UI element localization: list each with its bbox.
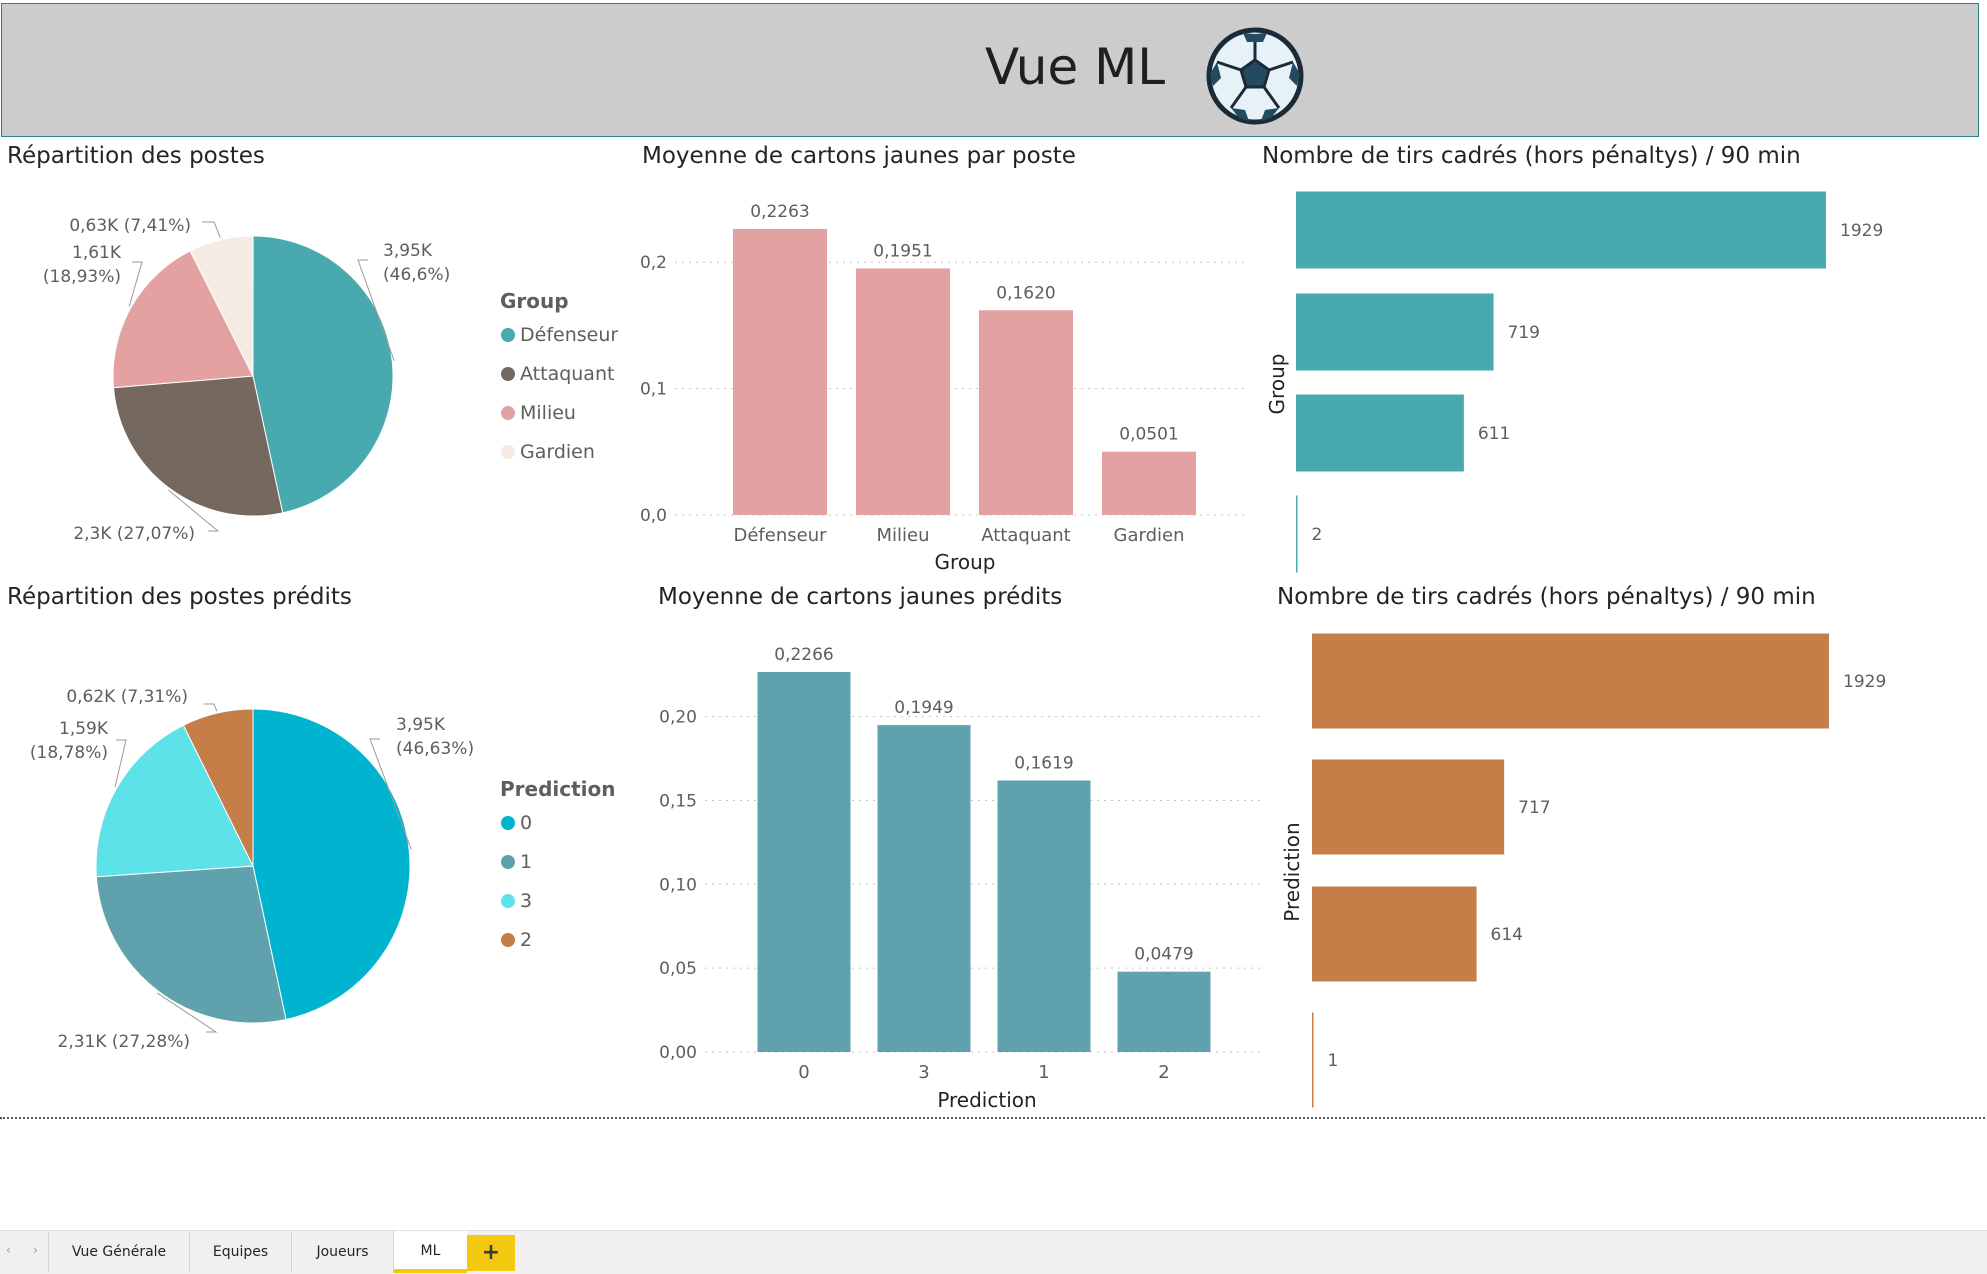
x-tick-label: 2	[1158, 1062, 1169, 1083]
legend-title: Group	[500, 289, 569, 313]
data-label: 1,61K	[72, 243, 122, 263]
data-label: (46,63%)	[396, 739, 474, 759]
legend-marker	[501, 367, 515, 381]
legend-entry: 2	[520, 929, 532, 951]
bar	[979, 310, 1073, 515]
bar	[997, 780, 1091, 1052]
data-label: 1929	[1840, 221, 1883, 241]
bar	[757, 672, 851, 1052]
data-label: 0,0501	[1119, 425, 1178, 445]
legend-entry: Gardien	[520, 441, 595, 463]
y-tick-label: 0,1	[640, 380, 667, 400]
legend-entry: Défenseur	[520, 324, 618, 346]
legend-marker	[501, 933, 515, 947]
data-label: 0,1620	[996, 283, 1055, 303]
data-label: (46,6%)	[383, 265, 450, 285]
pie-slice	[95, 865, 287, 1024]
y-axis-label: Group	[1265, 354, 1289, 415]
bar	[877, 725, 971, 1052]
legend-entry: Milieu	[520, 402, 576, 424]
bar	[1312, 1012, 1314, 1108]
legend-entry: 1	[520, 851, 532, 873]
x-tick-label: 3	[918, 1062, 929, 1083]
tab-joueurs[interactable]: Joueurs	[291, 1231, 393, 1273]
x-tick-label: 1	[1038, 1062, 1049, 1083]
data-label: 2,31K (27,28%)	[58, 1032, 191, 1052]
bar	[1296, 293, 1494, 371]
legend-entry: Attaquant	[520, 363, 614, 385]
legend-marker	[501, 328, 515, 342]
data-label: 0,1951	[873, 241, 932, 261]
legend-title: Prediction	[500, 777, 616, 801]
tab-ml[interactable]: ML	[393, 1231, 467, 1273]
data-label: 0,2266	[774, 645, 833, 665]
legend-marker	[501, 816, 515, 830]
bar	[1117, 971, 1211, 1052]
data-label: 2,3K (27,07%)	[73, 524, 195, 544]
data-label: 0,62K (7,31%)	[66, 687, 188, 707]
bar	[1296, 191, 1826, 269]
data-label: 1	[1328, 1051, 1339, 1071]
legend-entry: 3	[520, 890, 532, 912]
legend-marker	[501, 855, 515, 869]
y-tick-label: 0,20	[659, 708, 697, 728]
data-label: 1,59K	[59, 719, 109, 739]
bar	[856, 268, 950, 515]
legend-marker	[501, 894, 515, 908]
divider	[0, 1117, 1985, 1119]
y-tick-label: 0,00	[659, 1043, 697, 1063]
x-tick-label: 0	[798, 1062, 809, 1083]
y-tick-label: 0,0	[640, 506, 667, 526]
tab-equipes[interactable]: Equipes	[189, 1231, 291, 1273]
page-tabs-bar: ‹ › Vue Générale Equipes Joueurs ML +	[0, 1230, 1987, 1274]
chevron-left-icon[interactable]: ‹	[6, 1243, 11, 1257]
legend-marker	[501, 445, 515, 459]
x-tick-label: Milieu	[876, 525, 929, 546]
data-label: 2	[1312, 525, 1323, 545]
bar	[733, 229, 827, 515]
bar	[1296, 394, 1464, 472]
y-tick-label: 0,10	[659, 875, 697, 895]
bar	[1312, 633, 1829, 729]
y-tick-label: 0,15	[659, 791, 697, 811]
y-tick-label: 0,05	[659, 959, 697, 979]
data-label: (18,78%)	[30, 743, 108, 763]
legend-marker	[501, 406, 515, 420]
data-label: (18,93%)	[43, 267, 121, 287]
chevron-right-icon[interactable]: ›	[33, 1243, 38, 1257]
charts-canvas: 3,95K (46,6%) 2,3K (27,07%) 1,61K (18,93%) 0,…	[30, 191, 1886, 1112]
bar	[1102, 451, 1196, 515]
data-label: 611	[1478, 424, 1510, 444]
data-label: 0,63K (7,41%)	[69, 216, 191, 236]
data-label: 614	[1491, 925, 1523, 945]
bar	[1312, 759, 1505, 855]
leader-line	[204, 703, 218, 712]
bar	[1296, 495, 1298, 573]
x-tick-label: Défenseur	[733, 525, 827, 546]
data-label: 1929	[1843, 672, 1886, 692]
data-label: 0,0479	[1134, 945, 1193, 965]
data-label: 717	[1518, 798, 1550, 818]
data-label: 3,95K	[396, 715, 446, 735]
x-tick-label: Attaquant	[981, 525, 1070, 546]
data-label: 3,95K	[383, 241, 433, 261]
x-axis-label: Prediction	[937, 1088, 1036, 1112]
pie-slice	[252, 708, 411, 1021]
data-label: 719	[1508, 323, 1540, 343]
data-label: 0,1619	[1014, 753, 1073, 773]
data-label: 0,1949	[894, 698, 953, 718]
x-axis-label: Group	[935, 550, 996, 574]
y-tick-label: 0,2	[640, 253, 667, 273]
tab-vue-generale[interactable]: Vue Générale	[48, 1231, 189, 1273]
y-axis-label: Prediction	[1280, 822, 1304, 921]
leader-line	[202, 221, 221, 238]
pie-slice	[112, 375, 284, 517]
data-label: 0,2263	[750, 202, 809, 222]
bar	[1312, 886, 1477, 982]
x-tick-label: Gardien	[1114, 525, 1185, 546]
plus-icon[interactable]: +	[467, 1235, 515, 1271]
legend-entry: 0	[520, 812, 532, 834]
